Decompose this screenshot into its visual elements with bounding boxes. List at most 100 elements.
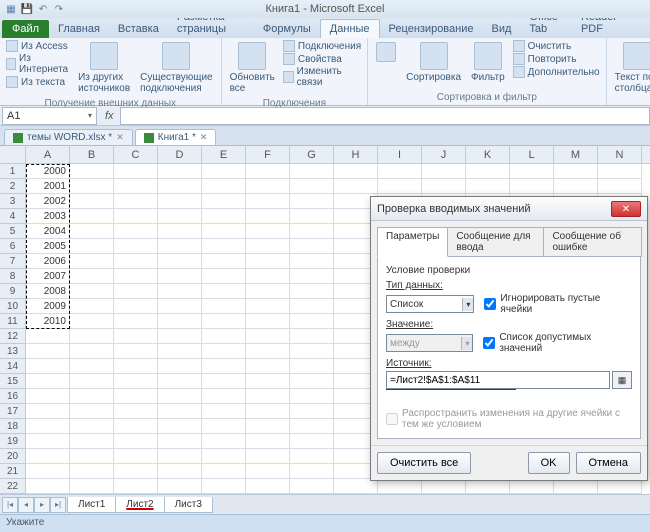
cell[interactable] xyxy=(26,359,70,374)
col-header[interactable]: H xyxy=(334,146,378,163)
cell[interactable] xyxy=(158,209,202,224)
select-all-corner[interactable] xyxy=(0,146,26,163)
source-input[interactable] xyxy=(386,371,610,389)
cell[interactable] xyxy=(26,464,70,479)
cell[interactable] xyxy=(158,389,202,404)
cell[interactable] xyxy=(114,419,158,434)
cell[interactable] xyxy=(70,329,114,344)
cell[interactable]: 2000 xyxy=(26,164,70,179)
cell[interactable] xyxy=(70,419,114,434)
col-header[interactable]: G xyxy=(290,146,334,163)
row-header[interactable]: 9 xyxy=(0,284,26,299)
cell[interactable] xyxy=(158,314,202,329)
row-header[interactable]: 5 xyxy=(0,224,26,239)
cell[interactable] xyxy=(114,449,158,464)
cell[interactable] xyxy=(202,299,246,314)
row-header[interactable]: 13 xyxy=(0,344,26,359)
clear-filter-button[interactable]: Очистить xyxy=(513,40,600,52)
cell[interactable] xyxy=(70,164,114,179)
cell[interactable] xyxy=(246,404,290,419)
sort-button[interactable]: Сортировка xyxy=(404,40,463,85)
doc-tab-book1[interactable]: Книга1 *✕ xyxy=(135,129,217,145)
tab-review[interactable]: Рецензирование xyxy=(380,20,483,38)
redo-icon[interactable]: ↷ xyxy=(52,2,66,16)
cell[interactable] xyxy=(554,164,598,179)
cell[interactable] xyxy=(202,434,246,449)
cell[interactable] xyxy=(158,479,202,494)
cell[interactable] xyxy=(246,449,290,464)
cell[interactable] xyxy=(114,254,158,269)
cell[interactable] xyxy=(246,479,290,494)
row-header[interactable]: 4 xyxy=(0,209,26,224)
row-header[interactable]: 14 xyxy=(0,359,26,374)
clear-all-button[interactable]: Очистить все xyxy=(377,452,471,474)
cell[interactable] xyxy=(246,419,290,434)
cell[interactable] xyxy=(246,374,290,389)
cell[interactable] xyxy=(70,194,114,209)
cell[interactable] xyxy=(246,164,290,179)
cell[interactable] xyxy=(70,299,114,314)
cell[interactable] xyxy=(246,254,290,269)
cell[interactable] xyxy=(114,329,158,344)
cell[interactable] xyxy=(422,164,466,179)
cell[interactable] xyxy=(202,389,246,404)
cell[interactable] xyxy=(246,434,290,449)
col-header[interactable]: L xyxy=(510,146,554,163)
cell[interactable] xyxy=(202,254,246,269)
fx-button[interactable]: fx xyxy=(99,110,120,122)
cell[interactable] xyxy=(114,344,158,359)
cell[interactable] xyxy=(114,164,158,179)
cell[interactable] xyxy=(202,419,246,434)
cell[interactable] xyxy=(70,254,114,269)
cell[interactable] xyxy=(246,179,290,194)
row-header[interactable]: 16 xyxy=(0,389,26,404)
cell[interactable] xyxy=(202,209,246,224)
from-text-button[interactable]: Из текста xyxy=(6,76,70,88)
tab-input-msg[interactable]: Сообщение для ввода xyxy=(447,227,544,257)
col-header[interactable]: I xyxy=(378,146,422,163)
cell[interactable] xyxy=(290,434,334,449)
connections-button[interactable]: Подключения xyxy=(283,40,361,52)
cell[interactable] xyxy=(422,179,466,194)
cell[interactable] xyxy=(26,404,70,419)
cell[interactable] xyxy=(158,434,202,449)
cell[interactable] xyxy=(158,344,202,359)
cell[interactable] xyxy=(290,464,334,479)
cell[interactable] xyxy=(290,164,334,179)
cell[interactable] xyxy=(158,329,202,344)
tab-home[interactable]: Главная xyxy=(49,20,109,38)
cell[interactable]: 2001 xyxy=(26,179,70,194)
cell[interactable] xyxy=(290,299,334,314)
row-header[interactable]: 10 xyxy=(0,299,26,314)
row-header[interactable]: 20 xyxy=(0,449,26,464)
col-header[interactable]: K xyxy=(466,146,510,163)
cell[interactable] xyxy=(114,269,158,284)
tab-file[interactable]: Файл xyxy=(2,20,49,38)
cell[interactable] xyxy=(290,359,334,374)
cell[interactable] xyxy=(466,479,510,494)
col-header[interactable]: J xyxy=(422,146,466,163)
row-header[interactable]: 17 xyxy=(0,404,26,419)
cell[interactable] xyxy=(26,344,70,359)
cell[interactable] xyxy=(202,479,246,494)
row-header[interactable]: 2 xyxy=(0,179,26,194)
cell[interactable] xyxy=(158,404,202,419)
row-header[interactable]: 8 xyxy=(0,269,26,284)
cell[interactable] xyxy=(246,224,290,239)
cell[interactable] xyxy=(598,179,642,194)
row-header[interactable]: 6 xyxy=(0,239,26,254)
cell[interactable] xyxy=(202,344,246,359)
cell[interactable] xyxy=(158,164,202,179)
col-header[interactable]: B xyxy=(70,146,114,163)
close-icon[interactable]: ✕ xyxy=(200,132,208,143)
cell[interactable] xyxy=(114,239,158,254)
refresh-all-button[interactable]: Обновить все xyxy=(228,40,277,96)
from-web-button[interactable]: Из Интернета xyxy=(6,53,70,75)
cell[interactable]: 2006 xyxy=(26,254,70,269)
cell[interactable] xyxy=(334,479,378,494)
cell[interactable] xyxy=(26,419,70,434)
cell[interactable] xyxy=(290,194,334,209)
cell[interactable] xyxy=(598,164,642,179)
cell[interactable] xyxy=(510,479,554,494)
cell[interactable] xyxy=(466,179,510,194)
